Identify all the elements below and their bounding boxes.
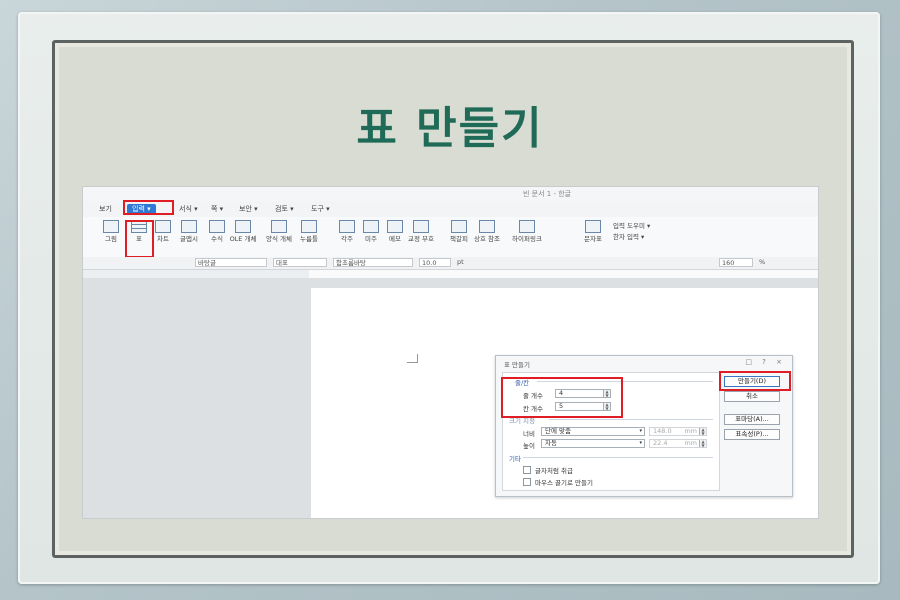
menu-security[interactable]: 보안 ▾ (239, 204, 258, 214)
picture-icon (103, 220, 119, 233)
section-divider (549, 419, 713, 420)
language-select[interactable]: 대표 (273, 258, 327, 267)
font-select[interactable]: 함초롬바탕 (333, 258, 413, 267)
ribbon-crossref-button[interactable]: 상호 참조 (473, 220, 501, 243)
formula-icon (209, 220, 225, 233)
menu-format[interactable]: 서식 ▾ (179, 204, 198, 214)
ribbon-memo-button[interactable]: 메모 (381, 220, 409, 243)
ribbon-picture-button[interactable]: 그림 (97, 220, 125, 243)
format-toolbar: 바탕글 대표 함초롬바탕 10.0 pt 160 % (83, 257, 818, 270)
chevron-down-icon: ▾ (639, 440, 642, 446)
section-divider (523, 457, 713, 458)
highlight-table-button (125, 220, 154, 258)
ribbon-textart-button[interactable]: 글맵시 (175, 220, 203, 243)
ribbon-hyperlink-button[interactable]: 하이퍼링크 (507, 220, 547, 243)
hyperlink-icon (519, 220, 535, 233)
ribbon-field-button[interactable]: 누름틀 (295, 220, 323, 243)
menu-tools[interactable]: 도구 ▾ (311, 204, 330, 214)
menu-page[interactable]: 쪽 ▾ (211, 204, 223, 214)
app-screenshot: 빈 문서 1 - 한글 보기 입력 ▾ 서식 ▾ 쪽 ▾ 보안 ▾ 검토 ▾ 도… (82, 186, 819, 519)
ribbon-toolbar: 그림 표 차트 글맵시 수식 OLE 개체 양식 개체 누름틀 각주 미주 메모… (83, 217, 818, 258)
chevron-down-icon: ▾ (639, 428, 642, 434)
ribbon-ole-button[interactable]: OLE 개체 (229, 220, 257, 243)
window-title: 빈 문서 1 - 한글 (523, 190, 572, 198)
menu-bar: 보기 입력 ▾ 서식 ▾ 쪽 ▾ 보안 ▾ 검토 ▾ 도구 ▾ (83, 201, 818, 217)
window-title-bar: 빈 문서 1 - 한글 (83, 187, 818, 201)
table-properties-button[interactable]: 표속성(P)... (724, 429, 780, 440)
height-mode-select[interactable]: 자동 ▾ (541, 439, 645, 448)
charmap-icon (585, 220, 601, 233)
font-size-input[interactable]: 10.0 (419, 258, 451, 267)
zoom-unit: % (759, 258, 766, 266)
height-value-input[interactable]: 22.4 mm ▲ ▼ (649, 439, 707, 448)
crossref-icon (479, 220, 495, 233)
slide-title: 표 만들기 (356, 103, 544, 154)
menu-view[interactable]: 보기 (99, 204, 112, 214)
dialog-window-controls[interactable]: □ ? × (745, 358, 786, 366)
table-template-button[interactable]: 표마당(A)... (724, 414, 780, 425)
highlight-create-button (719, 371, 791, 391)
ribbon-bookmark-button[interactable]: 책갈피 (445, 220, 473, 243)
chart-icon (155, 220, 171, 233)
width-label: 너비 (523, 430, 535, 438)
ribbon-formula-button[interactable]: 수식 (203, 220, 231, 243)
font-size-unit: pt (457, 258, 464, 266)
zoom-input[interactable]: 160 (719, 258, 753, 267)
ribbon-input-helper[interactable]: 입력 도우미 ▾ (613, 220, 650, 230)
ole-icon (235, 220, 251, 233)
paragraph-mark (407, 354, 418, 363)
width-mode-select[interactable]: 단에 맞춤 ▾ (541, 427, 645, 436)
ribbon-charmap-button[interactable]: 문자표 (579, 220, 607, 243)
drag-create-checkbox[interactable] (523, 478, 531, 486)
dialog-title: 표 만들기 (504, 361, 530, 369)
bookmark-icon (451, 220, 467, 233)
width-value-input[interactable]: 148.0 mm ▲ ▼ (649, 427, 707, 436)
ribbon-form-button[interactable]: 양식 개체 (265, 220, 293, 243)
footnote-icon (339, 220, 355, 233)
treat-as-char-checkbox[interactable] (523, 466, 531, 474)
textart-icon (181, 220, 197, 233)
width-spinner-icon[interactable]: ▲ ▼ (699, 428, 706, 435)
ribbon-hanja-input[interactable]: 한자 입력 ▾ (613, 231, 644, 241)
treat-as-char-label: 글자처럼 취급 (535, 467, 573, 475)
ribbon-proof-button[interactable]: 교정 부호 (407, 220, 435, 243)
drag-create-label: 마우스 끌기로 만들기 (535, 479, 593, 487)
height-label: 높이 (523, 442, 535, 450)
highlight-insert-menu (123, 200, 174, 215)
field-icon (301, 220, 317, 233)
form-icon (271, 220, 287, 233)
section-etc: 기타 (509, 455, 521, 463)
style-select[interactable]: 바탕글 (195, 258, 267, 267)
height-spinner-icon[interactable]: ▲ ▼ (699, 440, 706, 447)
cancel-button[interactable]: 취소 (724, 391, 780, 402)
highlight-rowcol-fields (501, 377, 623, 418)
menu-review[interactable]: 검토 ▾ (275, 204, 294, 214)
proof-icon (413, 220, 429, 233)
memo-icon (387, 220, 403, 233)
endnote-icon (363, 220, 379, 233)
